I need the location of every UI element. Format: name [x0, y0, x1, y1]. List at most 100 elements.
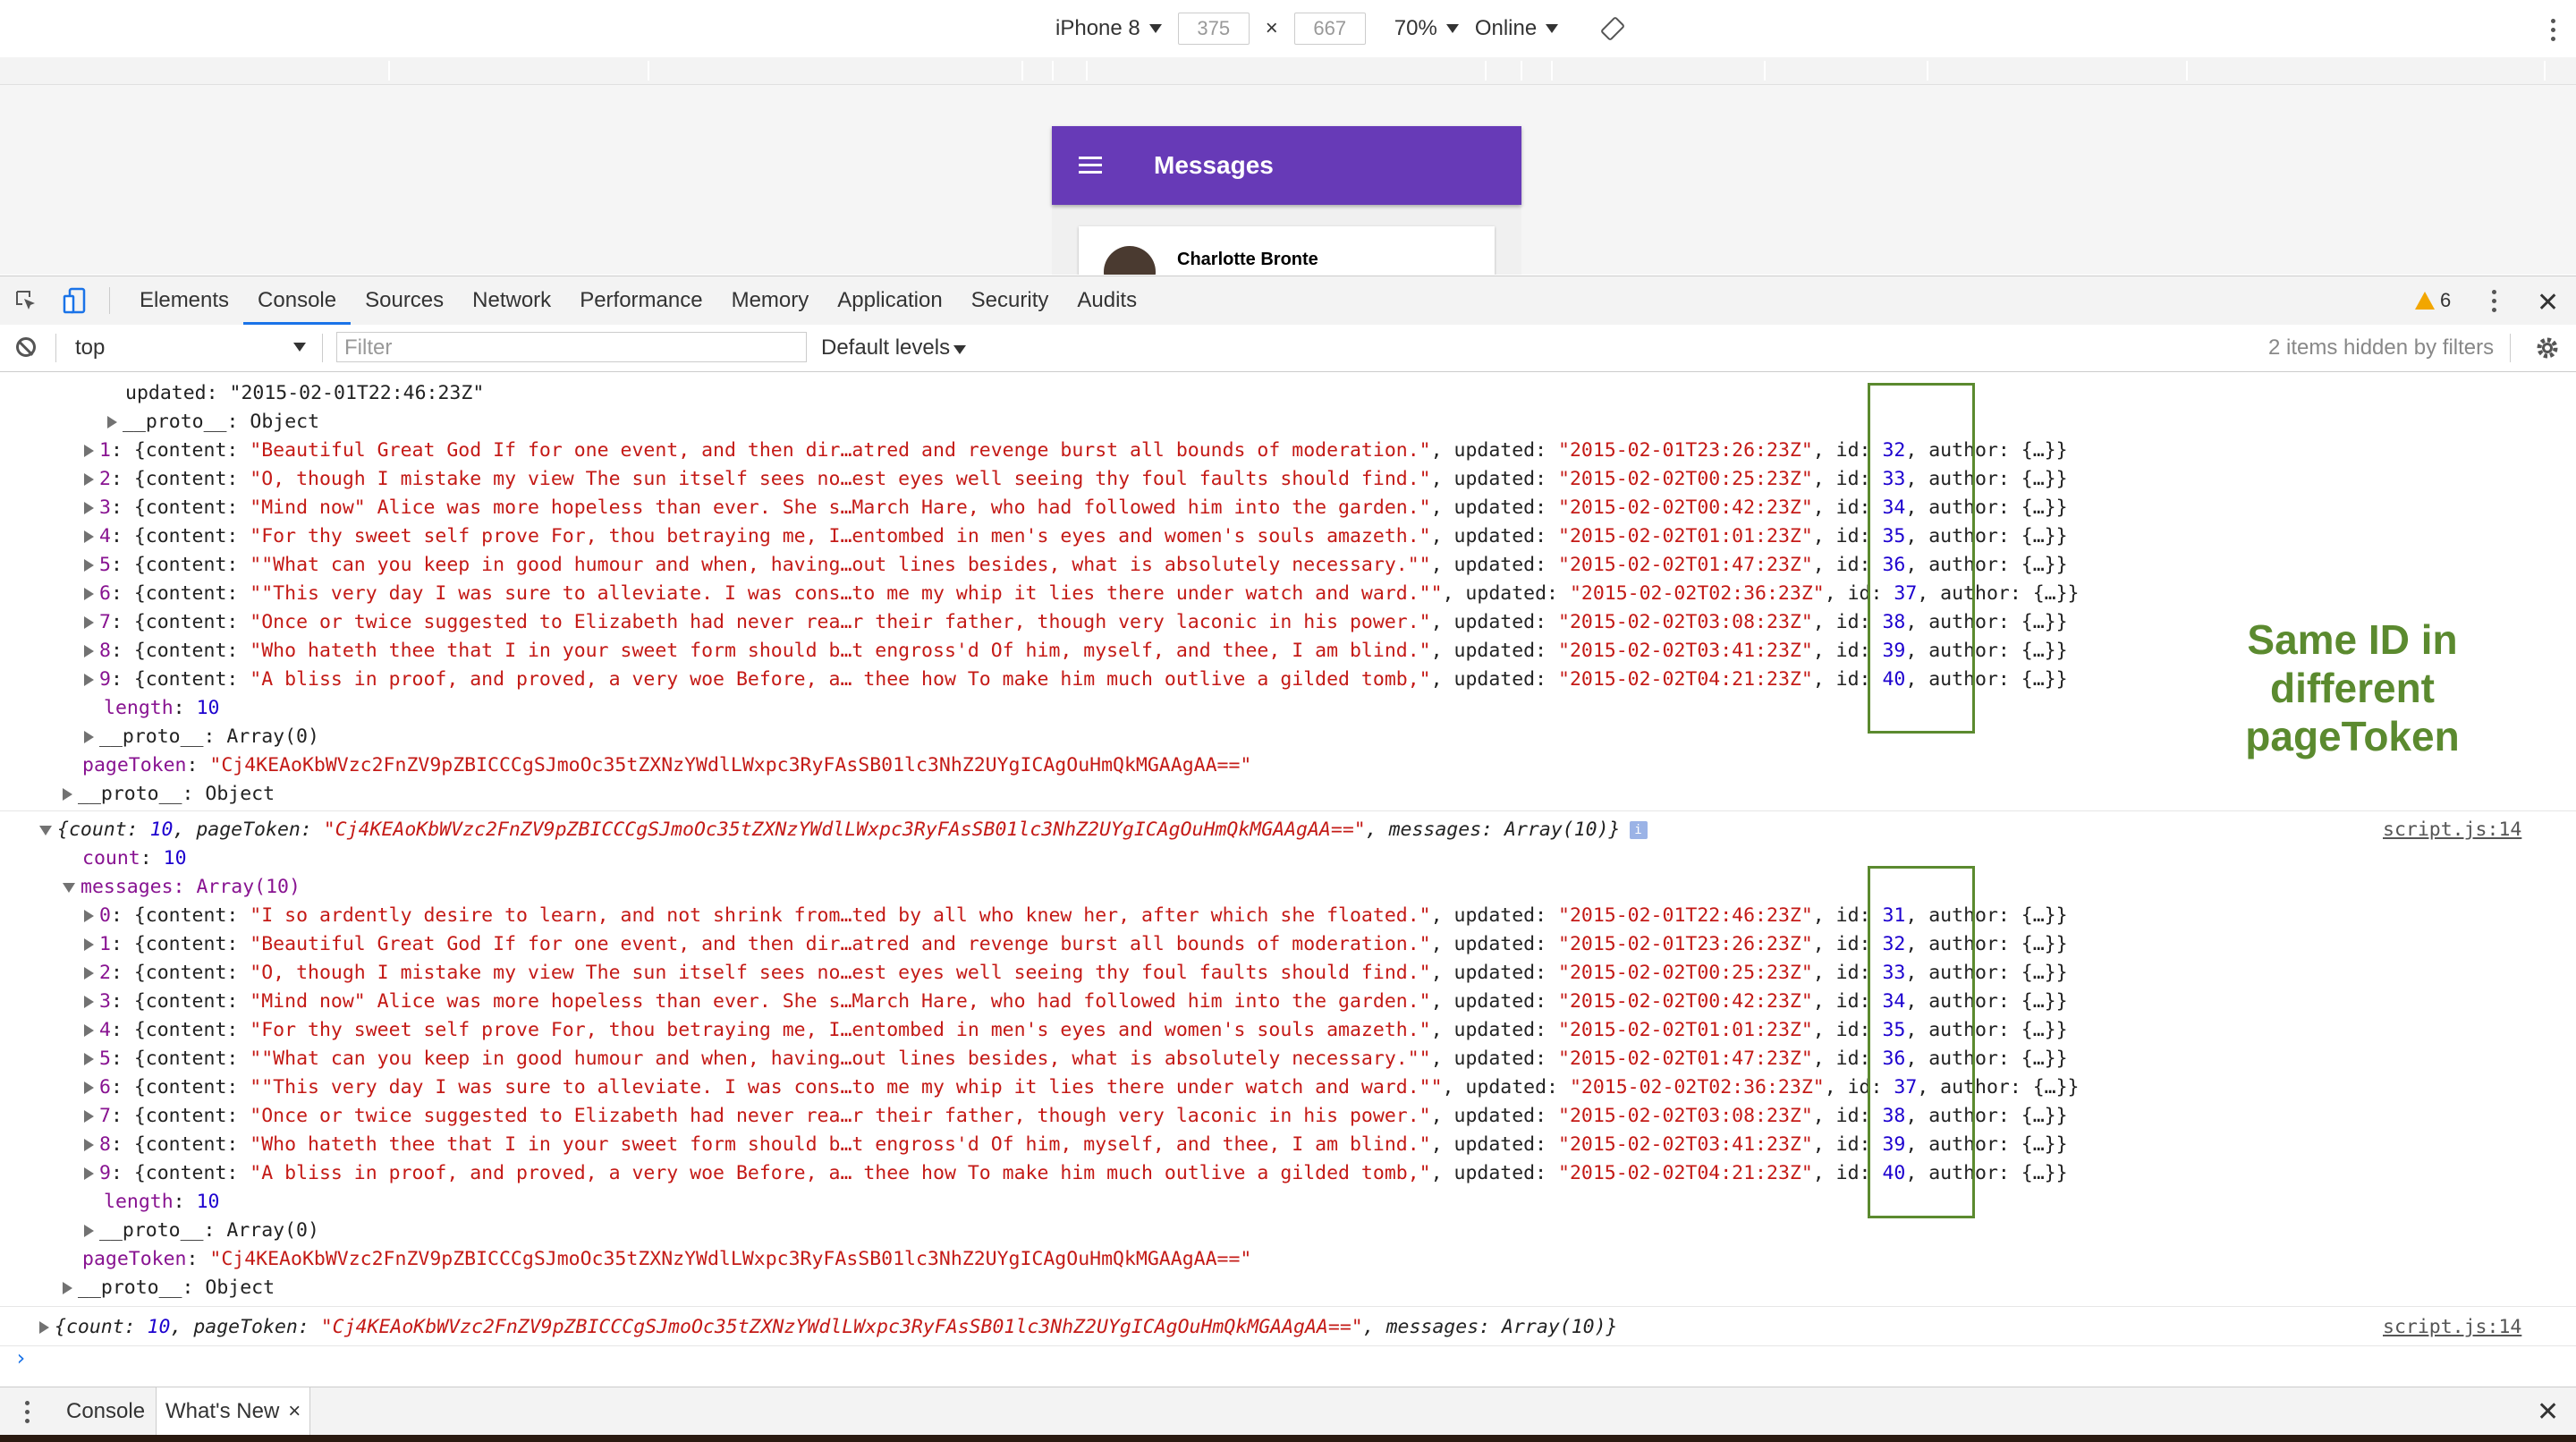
array-proto-line[interactable]: __proto__: Array(0)	[84, 1217, 319, 1245]
gear-icon[interactable]	[2535, 335, 2560, 360]
message-row[interactable]: 1: {content: "Beautiful Great God If for…	[84, 930, 2068, 959]
phone-screen: Messages Charlotte Bronte	[1052, 126, 1521, 275]
expand-icon[interactable]	[84, 616, 94, 629]
tab-performance[interactable]: Performance	[565, 276, 716, 325]
tab-memory[interactable]: Memory	[717, 276, 824, 325]
log-entry-summary[interactable]: {count: 10, pageToken: "Cj4KEAoKbWVzc2Fn…	[39, 1313, 1618, 1342]
levels-select[interactable]: Default levels	[821, 335, 967, 360]
avatar	[1104, 246, 1156, 275]
expand-icon[interactable]	[84, 1082, 94, 1094]
filter-input[interactable]: Filter	[336, 332, 807, 362]
menu-icon[interactable]	[1079, 157, 1102, 174]
array-proto-line[interactable]: __proto__: Array(0)	[84, 723, 319, 751]
expand-icon[interactable]	[84, 910, 94, 922]
chevron-down-icon	[1445, 24, 1459, 33]
close-devtools-icon[interactable]: ✕	[2537, 287, 2559, 318]
tab-network[interactable]: Network	[458, 276, 565, 325]
message-row[interactable]: 8: {content: "Who hateth thee that I in …	[84, 1131, 2068, 1159]
drawer-tab-whats-new[interactable]: What's New ×	[156, 1387, 311, 1436]
message-row[interactable]: 5: {content: ""What can you keep in good…	[84, 1045, 2068, 1073]
log-entry-summary[interactable]: {count: 10, pageToken: "Cj4KEAoKbWVzc2Fn…	[39, 816, 1648, 844]
network-select[interactable]: Online	[1475, 16, 1559, 41]
console-toolbar: top Filter Default levels 2 items hidden…	[0, 325, 2576, 372]
page-token-line: pageToken: "Cj4KEAoKbWVzc2FnZV9pZBICCCgS…	[82, 1248, 1252, 1270]
message-row[interactable]: 3: {content: "Mind now" Alice was more h…	[84, 494, 2068, 522]
expand-icon[interactable]	[84, 559, 94, 572]
expand-icon[interactable]	[84, 1024, 94, 1037]
message-row[interactable]: 1: {content: "Beautiful Great God If for…	[84, 437, 2068, 465]
message-row[interactable]: 8: {content: "Who hateth thee that I in …	[84, 637, 2068, 666]
more-options-icon[interactable]	[25, 1398, 30, 1425]
expand-icon[interactable]	[84, 1139, 94, 1151]
device-mode-icon[interactable]	[63, 287, 88, 314]
message-row[interactable]: 2: {content: "O, though I mistake my vie…	[84, 465, 2068, 494]
close-tab-icon[interactable]: ×	[288, 1399, 301, 1423]
device-select[interactable]: iPhone 8	[1055, 16, 1162, 41]
expand-icon[interactable]	[84, 445, 94, 457]
source-link[interactable]: script.js:14	[2383, 816, 2521, 844]
message-row[interactable]: 4: {content: "For thy sweet self prove F…	[84, 522, 2068, 551]
console-prompt[interactable]: ›	[14, 1345, 27, 1370]
message-row[interactable]: 9: {content: "A bliss in proof, and prov…	[84, 666, 2068, 694]
expand-icon[interactable]	[84, 588, 94, 600]
message-card[interactable]: Charlotte Bronte	[1079, 226, 1495, 275]
message-row[interactable]: 7: {content: "Once or twice suggested to…	[84, 608, 2068, 637]
expand-icon[interactable]	[84, 1167, 94, 1180]
expand-icon[interactable]	[84, 530, 94, 543]
close-drawer-icon[interactable]: ✕	[2537, 1396, 2559, 1428]
expand-icon[interactable]	[84, 1053, 94, 1065]
object-proto-line[interactable]: __proto__: Object	[63, 1274, 275, 1302]
proto-object-line[interactable]: __proto__: Object	[107, 408, 319, 437]
drawer-tab-bar: Console What's New × ✕	[0, 1387, 2576, 1436]
inspect-element-icon[interactable]	[14, 289, 38, 312]
media-query-bar[interactable]	[0, 57, 2576, 85]
length-line: length: 10	[104, 697, 220, 719]
expand-icon[interactable]	[84, 1110, 94, 1123]
warnings-count: 6	[2440, 289, 2452, 311]
tab-elements[interactable]: Elements	[125, 276, 243, 325]
message-row[interactable]: 9: {content: "A bliss in proof, and prov…	[84, 1159, 2068, 1188]
id-highlight-box	[1868, 383, 1975, 734]
source-link[interactable]: script.js:14	[2383, 1313, 2521, 1342]
expand-icon[interactable]	[84, 938, 94, 951]
context-select[interactable]: top	[75, 335, 308, 360]
zoom-label: 70%	[1394, 16, 1437, 40]
warning-icon	[2415, 292, 2435, 310]
message-row[interactable]: 4: {content: "For thy sweet self prove F…	[84, 1016, 2068, 1045]
message-row[interactable]: 3: {content: "Mind now" Alice was more h…	[84, 988, 2068, 1016]
drawer-tab-console[interactable]: Console	[66, 1387, 145, 1436]
tab-security[interactable]: Security	[957, 276, 1063, 325]
tab-audits[interactable]: Audits	[1063, 276, 1151, 325]
app-bar: Messages	[1052, 126, 1521, 205]
context-label: top	[75, 335, 106, 360]
expand-icon[interactable]	[84, 473, 94, 486]
message-row[interactable]: 2: {content: "O, though I mistake my vie…	[84, 959, 2068, 988]
rotate-icon[interactable]	[1601, 17, 1625, 40]
count-line: count: 10	[82, 847, 187, 869]
message-row[interactable]: 5: {content: ""What can you keep in good…	[84, 551, 2068, 580]
more-options-icon[interactable]	[2492, 287, 2497, 314]
zoom-select[interactable]: 70%	[1394, 16, 1459, 41]
warnings-counter[interactable]: 6	[2415, 289, 2451, 312]
expand-icon[interactable]	[84, 967, 94, 980]
message-row[interactable]: 6: {content: ""This very day I was sure …	[84, 580, 2080, 608]
expand-icon[interactable]	[84, 502, 94, 514]
expand-icon[interactable]	[84, 996, 94, 1008]
messages-line[interactable]: messages: Array(10)	[63, 873, 301, 902]
tab-console[interactable]: Console	[243, 276, 352, 325]
tab-sources[interactable]: Sources	[351, 276, 458, 325]
more-options-icon[interactable]	[2551, 16, 2556, 43]
chevron-down-icon	[293, 343, 306, 352]
message-row[interactable]: 6: {content: ""This very day I was sure …	[84, 1073, 2080, 1102]
clear-console-icon[interactable]	[16, 337, 36, 357]
length-line: length: 10	[104, 1191, 220, 1213]
object-proto-line[interactable]: __proto__: Object	[63, 780, 275, 809]
width-input[interactable]: 375	[1177, 13, 1250, 45]
message-row[interactable]: 7: {content: "Once or twice suggested to…	[84, 1102, 2068, 1131]
tab-application[interactable]: Application	[823, 276, 956, 325]
device-toolbar: iPhone 8 375 × 667 70% Online	[0, 0, 2576, 58]
message-row[interactable]: 0: {content: "I so ardently desire to le…	[84, 902, 2068, 930]
height-input[interactable]: 667	[1293, 13, 1366, 45]
expand-icon[interactable]	[84, 645, 94, 657]
expand-icon[interactable]	[84, 674, 94, 686]
